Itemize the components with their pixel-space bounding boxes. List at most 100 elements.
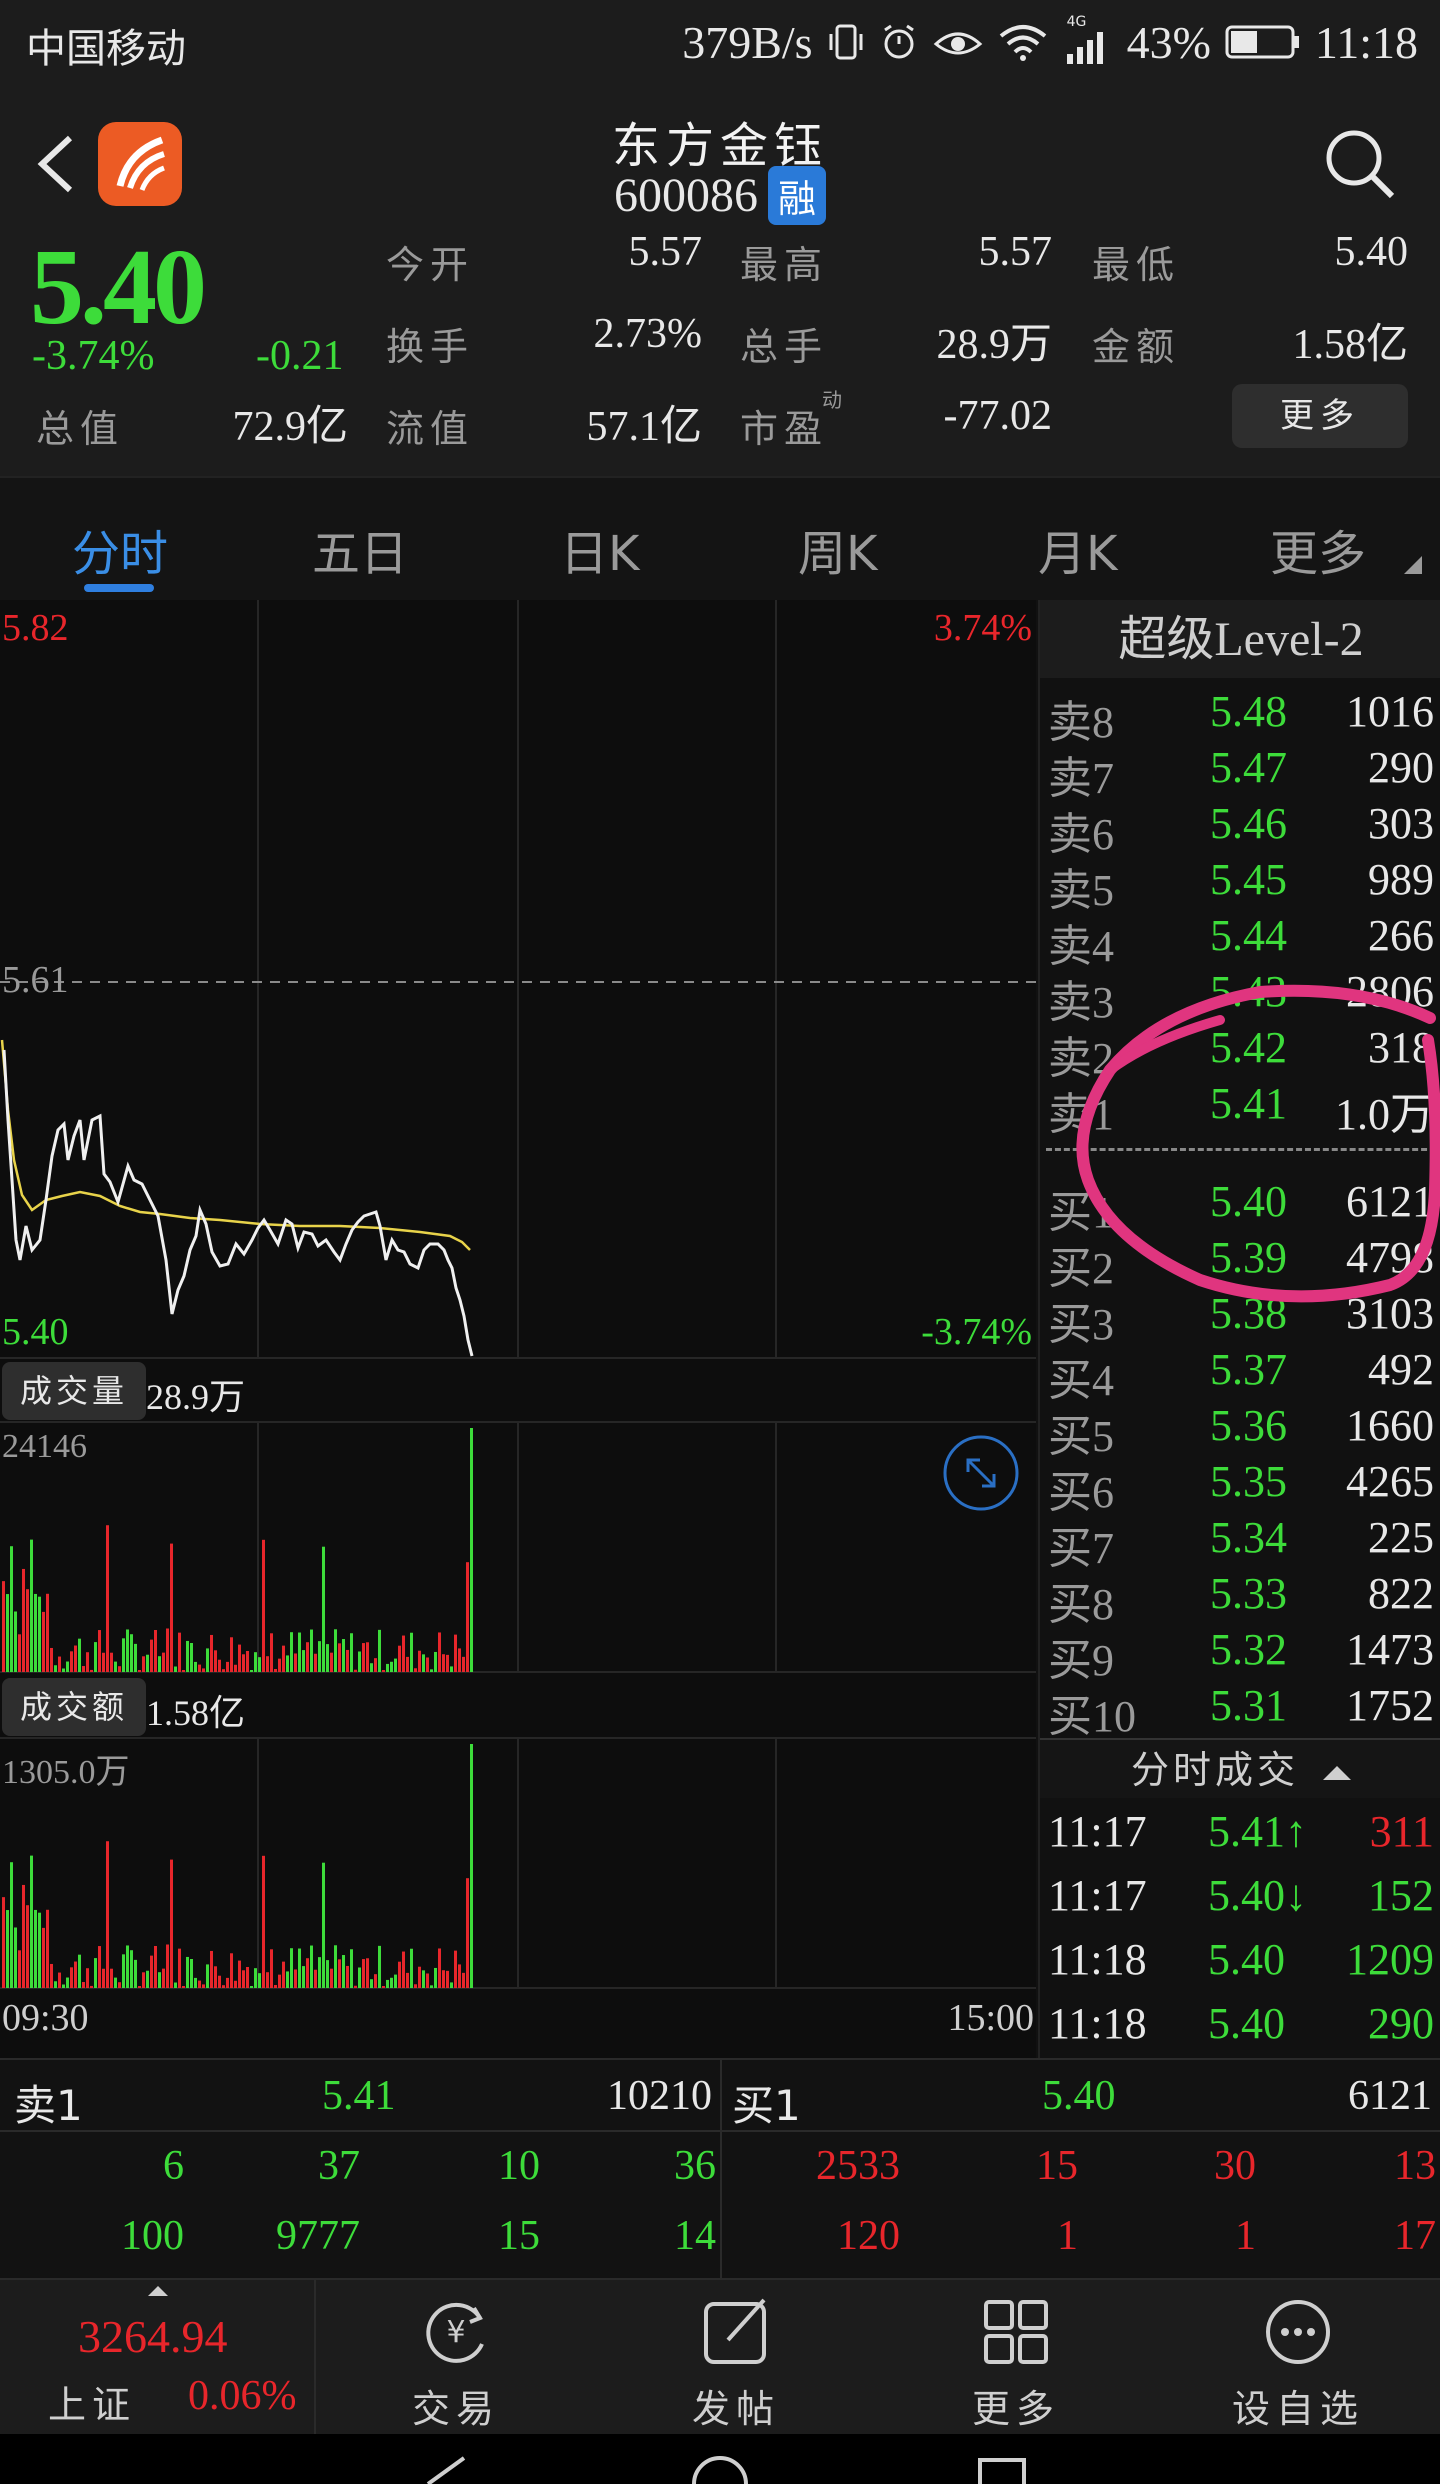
active-tab-indicator: [84, 584, 154, 592]
bid-label: 买6: [1048, 1468, 1114, 1517]
ask-price: 5.45: [1210, 855, 1287, 904]
ask-label: 卖5: [1048, 866, 1114, 915]
tab-monthly-k[interactable]: 月K: [1038, 514, 1117, 584]
histogram-bar: [210, 1950, 213, 1988]
histogram-bar: [470, 1744, 473, 1988]
histogram-bar: [94, 1958, 97, 1988]
nav-more-label: 更多: [971, 2387, 1060, 2431]
histogram-bar: [78, 1954, 81, 1988]
level2-title: 超级Level-2: [1040, 600, 1440, 678]
histogram-bar: [230, 1953, 233, 1988]
system-home-icon[interactable]: [690, 2454, 750, 2484]
price-pct-change: -3.74%: [32, 333, 155, 379]
histogram-bar: [254, 1652, 257, 1672]
histogram-bar: [406, 1656, 409, 1672]
histogram-bar: [286, 1655, 289, 1672]
amount-tag[interactable]: 成交额: [2, 1678, 147, 1736]
histogram-bar: [382, 1670, 385, 1672]
nav-trade[interactable]: ¥ 交易: [316, 2280, 596, 2436]
histogram-bar: [458, 1964, 461, 1988]
histogram-bar: [50, 1963, 53, 1988]
tab-weekly-k[interactable]: 周K: [798, 514, 877, 584]
price-axis-high: 5.82: [2, 607, 69, 649]
tab-intraday[interactable]: 分时: [72, 514, 168, 584]
histogram-bar: [178, 1948, 181, 1988]
bid-row[interactable]: 买5 5.36 1660: [1040, 1400, 1440, 1461]
ask-price: 5.48: [1210, 687, 1287, 736]
histogram-bar: [66, 1977, 69, 1988]
histogram-bar: [390, 1977, 393, 1988]
intraday-chart[interactable]: 5.82 3.74% 5.61 5.40 -3.74% 成交量 28.9万 24…: [0, 600, 1036, 2058]
histogram-bar: [142, 1972, 145, 1988]
tab-more[interactable]: 更多: [1270, 514, 1366, 584]
ask-row[interactable]: 卖7 5.47 290: [1040, 742, 1440, 803]
histogram-bar: [318, 1957, 321, 1988]
buy-trade-vol: 120: [837, 2213, 900, 2259]
expand-chart-icon[interactable]: [942, 1434, 1020, 1512]
histogram-bar: [330, 1968, 333, 1988]
tick-trades-header[interactable]: 分时成交: [1040, 1738, 1440, 1798]
bid-row[interactable]: 买9 5.32 1473: [1040, 1624, 1440, 1685]
histogram-bar: [286, 1971, 289, 1988]
tick-price: 5.40↓: [1208, 1871, 1307, 1920]
bid-volume: 1473: [1346, 1625, 1434, 1674]
bid-row[interactable]: 买4 5.37 492: [1040, 1344, 1440, 1405]
bid-row[interactable]: 买6 5.35 4265: [1040, 1456, 1440, 1517]
bid-price: 5.36: [1210, 1401, 1287, 1450]
sell-trade-vol: 15: [498, 2213, 540, 2259]
eye-icon: [933, 32, 982, 55]
histogram-bar: [170, 1859, 173, 1988]
histogram-bar: [334, 1629, 337, 1672]
histogram-bar: [430, 1985, 433, 1988]
index-ticker[interactable]: 3264.94 上证 0.06%: [0, 2280, 316, 2436]
nav-more[interactable]: 更多: [876, 2280, 1156, 2436]
ask-volume: 303: [1368, 799, 1434, 848]
histogram-bar: [122, 1638, 125, 1672]
histogram-bar: [210, 1634, 213, 1672]
bid-row[interactable]: 买10 5.31 1752: [1040, 1680, 1440, 1741]
level2-panel: 超级Level-2 卖8 5.48 1016 卖7 5.47 290 卖6 5.46 303…: [1038, 600, 1440, 2058]
histogram-bar: [174, 1666, 177, 1672]
histogram-bar: [338, 1643, 341, 1672]
system-back-icon[interactable]: [420, 2454, 470, 2484]
tick-volume: 1209: [1346, 1935, 1434, 1984]
volume-tag[interactable]: 成交量: [2, 1362, 147, 1420]
histogram-bar: [354, 1985, 357, 1988]
system-navigation-bar: [0, 2434, 1440, 2484]
tab-daily-k[interactable]: 日K: [560, 514, 639, 584]
histogram-bar: [190, 1642, 193, 1672]
annotation-circle: [1076, 984, 1440, 1303]
histogram-bar: [134, 1643, 137, 1672]
margin-badge: 融: [767, 166, 826, 225]
histogram-bar: [46, 1593, 49, 1672]
histogram-bar: [326, 1960, 329, 1988]
histogram-bar: [234, 1980, 237, 1988]
histogram-bar: [198, 1980, 201, 1988]
more-stats-button[interactable]: 更多: [1232, 384, 1408, 448]
histogram-bar: [146, 1970, 149, 1988]
histogram-bar: [226, 1661, 229, 1672]
histogram-bar: [70, 1967, 73, 1988]
bid-label: 买8: [1048, 1580, 1114, 1629]
nav-post[interactable]: 发帖: [596, 2280, 876, 2436]
search-icon[interactable]: [1320, 124, 1400, 204]
bid-row[interactable]: 买7 5.34 225: [1040, 1512, 1440, 1573]
ask-row[interactable]: 卖5 5.45 989: [1040, 854, 1440, 915]
bid-volume: 4265: [1346, 1457, 1434, 1506]
ask-row[interactable]: 卖8 5.48 1016: [1040, 686, 1440, 747]
index-pct: 0.06%: [188, 2373, 297, 2419]
histogram-bar: [126, 1945, 129, 1988]
time-axis-end: 15:00: [947, 1997, 1034, 2039]
ask-price: 5.46: [1210, 799, 1287, 848]
histogram-bar: [314, 1969, 317, 1988]
histogram-bar: [242, 1654, 245, 1672]
bid-volume: 492: [1368, 1345, 1434, 1394]
ask-row[interactable]: 卖6 5.46 303: [1040, 798, 1440, 859]
ask-row[interactable]: 卖4 5.44 266: [1040, 910, 1440, 971]
histogram-bar: [206, 1648, 209, 1672]
nav-add-watchlist[interactable]: 设自选: [1156, 2280, 1440, 2436]
system-recents-icon[interactable]: [972, 2454, 1032, 2484]
histogram-bar: [414, 1668, 417, 1672]
bid-row[interactable]: 买8 5.33 822: [1040, 1568, 1440, 1629]
tab-five-day[interactable]: 五日: [312, 514, 408, 584]
